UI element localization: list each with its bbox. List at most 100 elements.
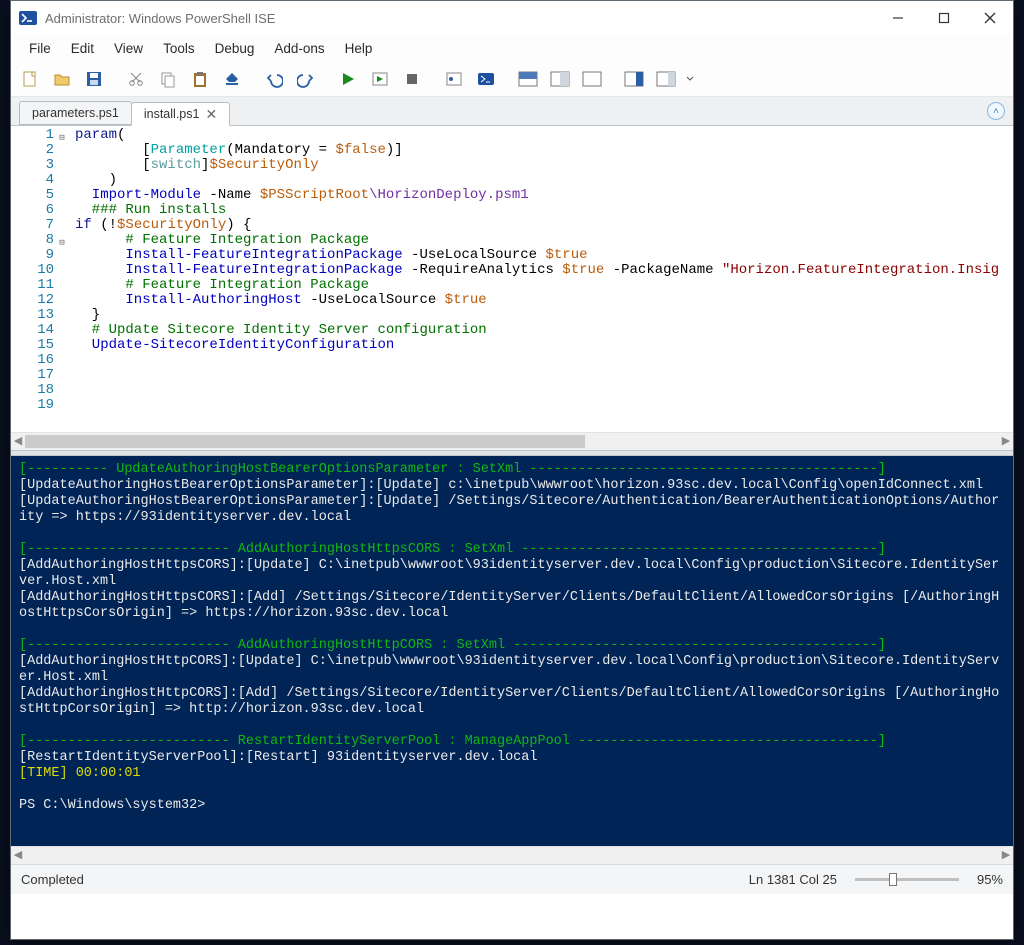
collapse-script-pane-button[interactable]: ˄ — [987, 102, 1005, 120]
close-tab-icon[interactable]: ✕ — [205, 107, 217, 121]
close-button[interactable] — [967, 3, 1013, 33]
code-line[interactable]: # Update Sitecore Identity Server config… — [75, 323, 999, 338]
console-section-header: [------------------------- RestartIdenti… — [19, 734, 1005, 750]
command-addon-icon — [624, 70, 644, 88]
open-button[interactable] — [47, 64, 77, 94]
code-line[interactable]: } — [75, 308, 999, 323]
redo-icon — [297, 70, 315, 88]
console-line: [AddAuthoringHostHttpsCORS]:[Update] C:\… — [19, 558, 1005, 590]
copy-button[interactable] — [153, 64, 183, 94]
console-line: [AddAuthoringHostHttpsCORS]:[Add] /Setti… — [19, 590, 1005, 622]
scroll-left-icon[interactable]: ◀ — [11, 848, 25, 862]
code-line[interactable]: # Feature Integration Package — [75, 233, 999, 248]
scroll-left-icon[interactable]: ◀ — [11, 434, 25, 448]
scroll-right-icon[interactable]: ▶ — [999, 434, 1013, 448]
menu-add-ons[interactable]: Add-ons — [264, 37, 334, 60]
layout-script-top-button[interactable] — [513, 64, 543, 94]
code-line[interactable]: Install-FeatureIntegrationPackage -UseLo… — [75, 248, 999, 263]
editor-horizontal-scrollbar[interactable]: ◀ ▶ — [11, 432, 1013, 450]
code-line[interactable]: param( — [75, 128, 999, 143]
paste-icon — [191, 70, 209, 88]
console-line: [RestartIdentityServerPool]:[Restart] 93… — [19, 750, 1005, 766]
code-line[interactable]: [switch]$SecurityOnly — [75, 158, 999, 173]
cut-button[interactable] — [121, 64, 151, 94]
menu-edit[interactable]: Edit — [61, 37, 104, 60]
layout-side-icon — [550, 70, 570, 88]
menu-debug[interactable]: Debug — [205, 37, 265, 60]
line-number: 19 — [11, 398, 69, 413]
line-number: 9 — [11, 248, 69, 263]
menu-file[interactable]: File — [19, 37, 61, 60]
menu-help[interactable]: Help — [335, 37, 383, 60]
scroll-thumb[interactable] — [25, 435, 585, 448]
layout-script-top-icon — [518, 70, 538, 88]
console-horizontal-scrollbar[interactable]: ◀ ▶ — [11, 846, 1013, 864]
line-number: 5 — [11, 188, 69, 203]
save-button[interactable] — [79, 64, 109, 94]
console-line — [19, 622, 1005, 638]
console-line — [19, 782, 1005, 798]
toolbar-overflow-button[interactable] — [683, 64, 697, 94]
tab-parameters-ps1[interactable]: parameters.ps1 — [19, 101, 132, 125]
console-line: PS C:\Windows\system32> — [19, 798, 1005, 814]
code-line[interactable]: Install-FeatureIntegrationPackage -Requi… — [75, 263, 999, 278]
layout-full-icon — [582, 70, 602, 88]
console-line: [UpdateAuthoringHostBearerOptionsParamet… — [19, 494, 1005, 526]
breakpoint-icon — [445, 70, 463, 88]
code-line[interactable]: Update-SitecoreIdentityConfiguration — [75, 338, 999, 353]
fold-toggle-icon[interactable]: ⊟ — [57, 131, 67, 141]
line-number: 1⊟ — [11, 128, 69, 143]
maximize-button[interactable] — [921, 3, 967, 33]
stop-button[interactable] — [397, 64, 427, 94]
code-line[interactable]: Import-Module -Name $PSScriptRoot\Horizo… — [75, 188, 999, 203]
stop-icon — [403, 70, 421, 88]
code-line[interactable]: ) — [75, 173, 999, 188]
line-number: 4 — [11, 173, 69, 188]
console-line: [UpdateAuthoringHostBearerOptionsParamet… — [19, 478, 1005, 494]
line-number: 17 — [11, 368, 69, 383]
line-number: 15 — [11, 338, 69, 353]
command-addon-button[interactable] — [619, 64, 649, 94]
line-number: 8⊟ — [11, 233, 69, 248]
new-button[interactable] — [15, 64, 45, 94]
fold-toggle-icon[interactable]: ⊟ — [57, 236, 67, 246]
new-icon — [21, 70, 39, 88]
line-number: 7 — [11, 218, 69, 233]
script-pane[interactable]: 1⊟2345678⊟910111213141516171819 param( [… — [11, 126, 1013, 432]
command-pane-icon — [656, 70, 676, 88]
powershell-button[interactable] — [471, 64, 501, 94]
layout-side-button[interactable] — [545, 64, 575, 94]
minimize-button[interactable] — [875, 3, 921, 33]
code-line[interactable]: Install-AuthoringHost -UseLocalSource $t… — [75, 293, 999, 308]
tab-install-ps1[interactable]: install.ps1✕ — [131, 102, 230, 126]
console-pane[interactable]: [---------- UpdateAuthoringHostBearerOpt… — [11, 456, 1013, 846]
code-line[interactable]: [Parameter(Mandatory = $false)] — [75, 143, 999, 158]
code-area[interactable]: param( [Parameter(Mandatory = $false)] [… — [73, 126, 1001, 415]
console-line: [AddAuthoringHostHttpCORS]:[Update] C:\i… — [19, 654, 1005, 686]
command-pane-button[interactable] — [651, 64, 681, 94]
redo-button[interactable] — [291, 64, 321, 94]
cut-icon — [127, 70, 145, 88]
app-icon — [19, 9, 37, 27]
console-section-header: [------------------------- AddAuthoringH… — [19, 638, 1005, 654]
line-number: 11 — [11, 278, 69, 293]
menu-view[interactable]: View — [104, 37, 153, 60]
clear-button[interactable] — [217, 64, 247, 94]
line-number: 10 — [11, 263, 69, 278]
tab-label: parameters.ps1 — [32, 106, 119, 120]
run-selection-button[interactable] — [365, 64, 395, 94]
tab-strip: parameters.ps1 install.ps1✕ ˄ — [11, 97, 1013, 126]
zoom-slider[interactable] — [855, 878, 959, 881]
undo-button[interactable] — [259, 64, 289, 94]
scroll-right-icon[interactable]: ▶ — [999, 848, 1013, 862]
paste-button[interactable] — [185, 64, 215, 94]
layout-full-button[interactable] — [577, 64, 607, 94]
line-number: 3 — [11, 158, 69, 173]
menu-tools[interactable]: Tools — [153, 37, 205, 60]
code-line[interactable]: # Feature Integration Package — [75, 278, 999, 293]
run-button[interactable] — [333, 64, 363, 94]
code-line[interactable]: if (!$SecurityOnly) { — [75, 218, 999, 233]
code-line[interactable]: ### Run installs — [75, 203, 999, 218]
menu-bar: FileEditViewToolsDebugAdd-onsHelp — [11, 35, 1013, 61]
breakpoint-button[interactable] — [439, 64, 469, 94]
